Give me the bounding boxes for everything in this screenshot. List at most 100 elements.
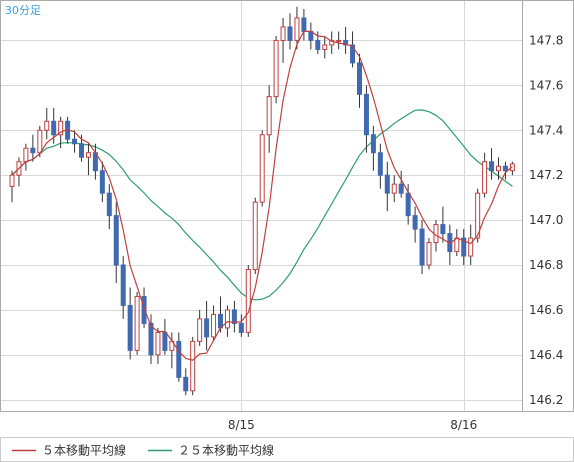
candle	[308, 22, 314, 50]
candle-body-up	[273, 39, 279, 98]
legend-item: ２５本移動平均線	[148, 443, 274, 458]
candle	[9, 170, 15, 203]
candle	[343, 26, 349, 54]
x-axis-ticks: 8/15 8/16	[228, 418, 477, 432]
candle-body-down	[99, 170, 105, 194]
legend-label: ２５本移動平均線	[178, 443, 274, 458]
candle-body-up	[224, 309, 230, 329]
candle	[120, 256, 126, 319]
candle	[259, 130, 265, 207]
candle	[440, 206, 446, 243]
candle	[134, 291, 140, 355]
candle-body-up	[134, 295, 140, 351]
candle-body-up	[426, 242, 432, 266]
candle	[176, 332, 182, 382]
candlestick-chart: 30分足 147.8 147.6 147.4 147.2 147.0 146.8 146.6…	[0, 0, 574, 462]
legend: ５本移動平均線 ２５本移動平均線	[12, 443, 274, 458]
candle-body-up	[197, 318, 203, 342]
y-axis-ticks: 147.8 147.6 147.4 147.2 147.0 146.8 146.6 146.4…	[529, 33, 563, 406]
candles	[9, 6, 515, 396]
candle-body-up	[9, 174, 15, 187]
candle	[301, 8, 307, 41]
candle-body-up	[294, 17, 300, 41]
candle	[496, 157, 501, 180]
candle-body-up	[85, 152, 91, 158]
candle-body-down	[113, 215, 119, 266]
candle	[183, 368, 189, 396]
candle	[85, 143, 91, 176]
candle	[252, 197, 258, 274]
candle	[204, 300, 210, 351]
candle	[155, 327, 161, 364]
y-tick-label: 147.2	[529, 168, 563, 182]
candle-body-up	[44, 120, 50, 131]
candle-body-up	[322, 44, 328, 50]
legend-label: ５本移動平均線	[42, 443, 126, 458]
candle	[370, 125, 376, 171]
y-tick-label: 147.0	[529, 213, 563, 227]
candle	[454, 229, 460, 257]
candle-body-down	[440, 224, 446, 235]
candle	[127, 287, 133, 360]
candle	[23, 143, 29, 171]
candle-body-down	[489, 161, 495, 172]
y-tick-label: 147.6	[529, 78, 563, 92]
candle-body-down	[30, 147, 36, 154]
candle-body-up	[336, 39, 342, 42]
candle-body-down	[301, 17, 307, 32]
candle	[398, 170, 404, 198]
candle	[384, 161, 390, 212]
y-tick-label: 146.4	[529, 348, 563, 362]
candle	[44, 107, 50, 140]
plot-area-border	[0, 0, 523, 412]
candle	[190, 336, 196, 396]
legend-item: ５本移動平均線	[12, 443, 126, 458]
candle-body-up	[454, 237, 460, 253]
candle-body-down	[370, 134, 376, 154]
candle	[92, 143, 98, 180]
candle	[238, 314, 244, 337]
candle-body-down	[357, 62, 362, 95]
candle-body-up	[391, 183, 397, 194]
candle-body-down	[405, 192, 411, 217]
candle	[16, 157, 22, 187]
candle-body-up	[37, 129, 43, 154]
candle	[280, 17, 286, 63]
candle	[461, 229, 467, 266]
candle-body-down	[502, 165, 508, 172]
candle-body-down	[183, 376, 189, 392]
candle-body-down	[398, 183, 404, 194]
candle	[336, 31, 342, 50]
candle-body-up	[259, 134, 265, 203]
period-label: 30分足	[5, 4, 41, 17]
candle-body-down	[419, 228, 425, 266]
candle-body-down	[106, 192, 112, 217]
candle	[468, 224, 474, 266]
candle	[162, 318, 168, 355]
candle-body-down	[377, 152, 383, 176]
candle-body-down	[238, 322, 244, 333]
candle	[322, 35, 328, 59]
candle	[377, 143, 383, 189]
candle	[412, 206, 418, 243]
candle-body-down	[141, 295, 147, 324]
candle-body-down	[162, 331, 168, 351]
candle-body-down	[231, 309, 237, 324]
candle-body-down	[72, 138, 78, 145]
candle-body-down	[79, 143, 84, 158]
candle-body-down	[51, 120, 57, 136]
y-tick-label: 147.4	[529, 123, 563, 137]
candle	[489, 148, 495, 180]
y-tick-label: 146.6	[529, 303, 563, 317]
chart-frame: 30分足 147.8 147.6 147.4 147.2 147.0 146.8 146.6…	[0, 0, 574, 462]
candle	[245, 265, 251, 337]
candle-body-up	[266, 96, 272, 136]
candle-body-down	[148, 322, 154, 356]
candle	[287, 13, 293, 50]
candle	[482, 152, 488, 198]
candle	[106, 184, 112, 230]
candle	[426, 238, 432, 270]
candle	[231, 300, 237, 333]
candle-body-up	[482, 161, 488, 194]
y-tick-label: 146.8	[529, 258, 563, 272]
